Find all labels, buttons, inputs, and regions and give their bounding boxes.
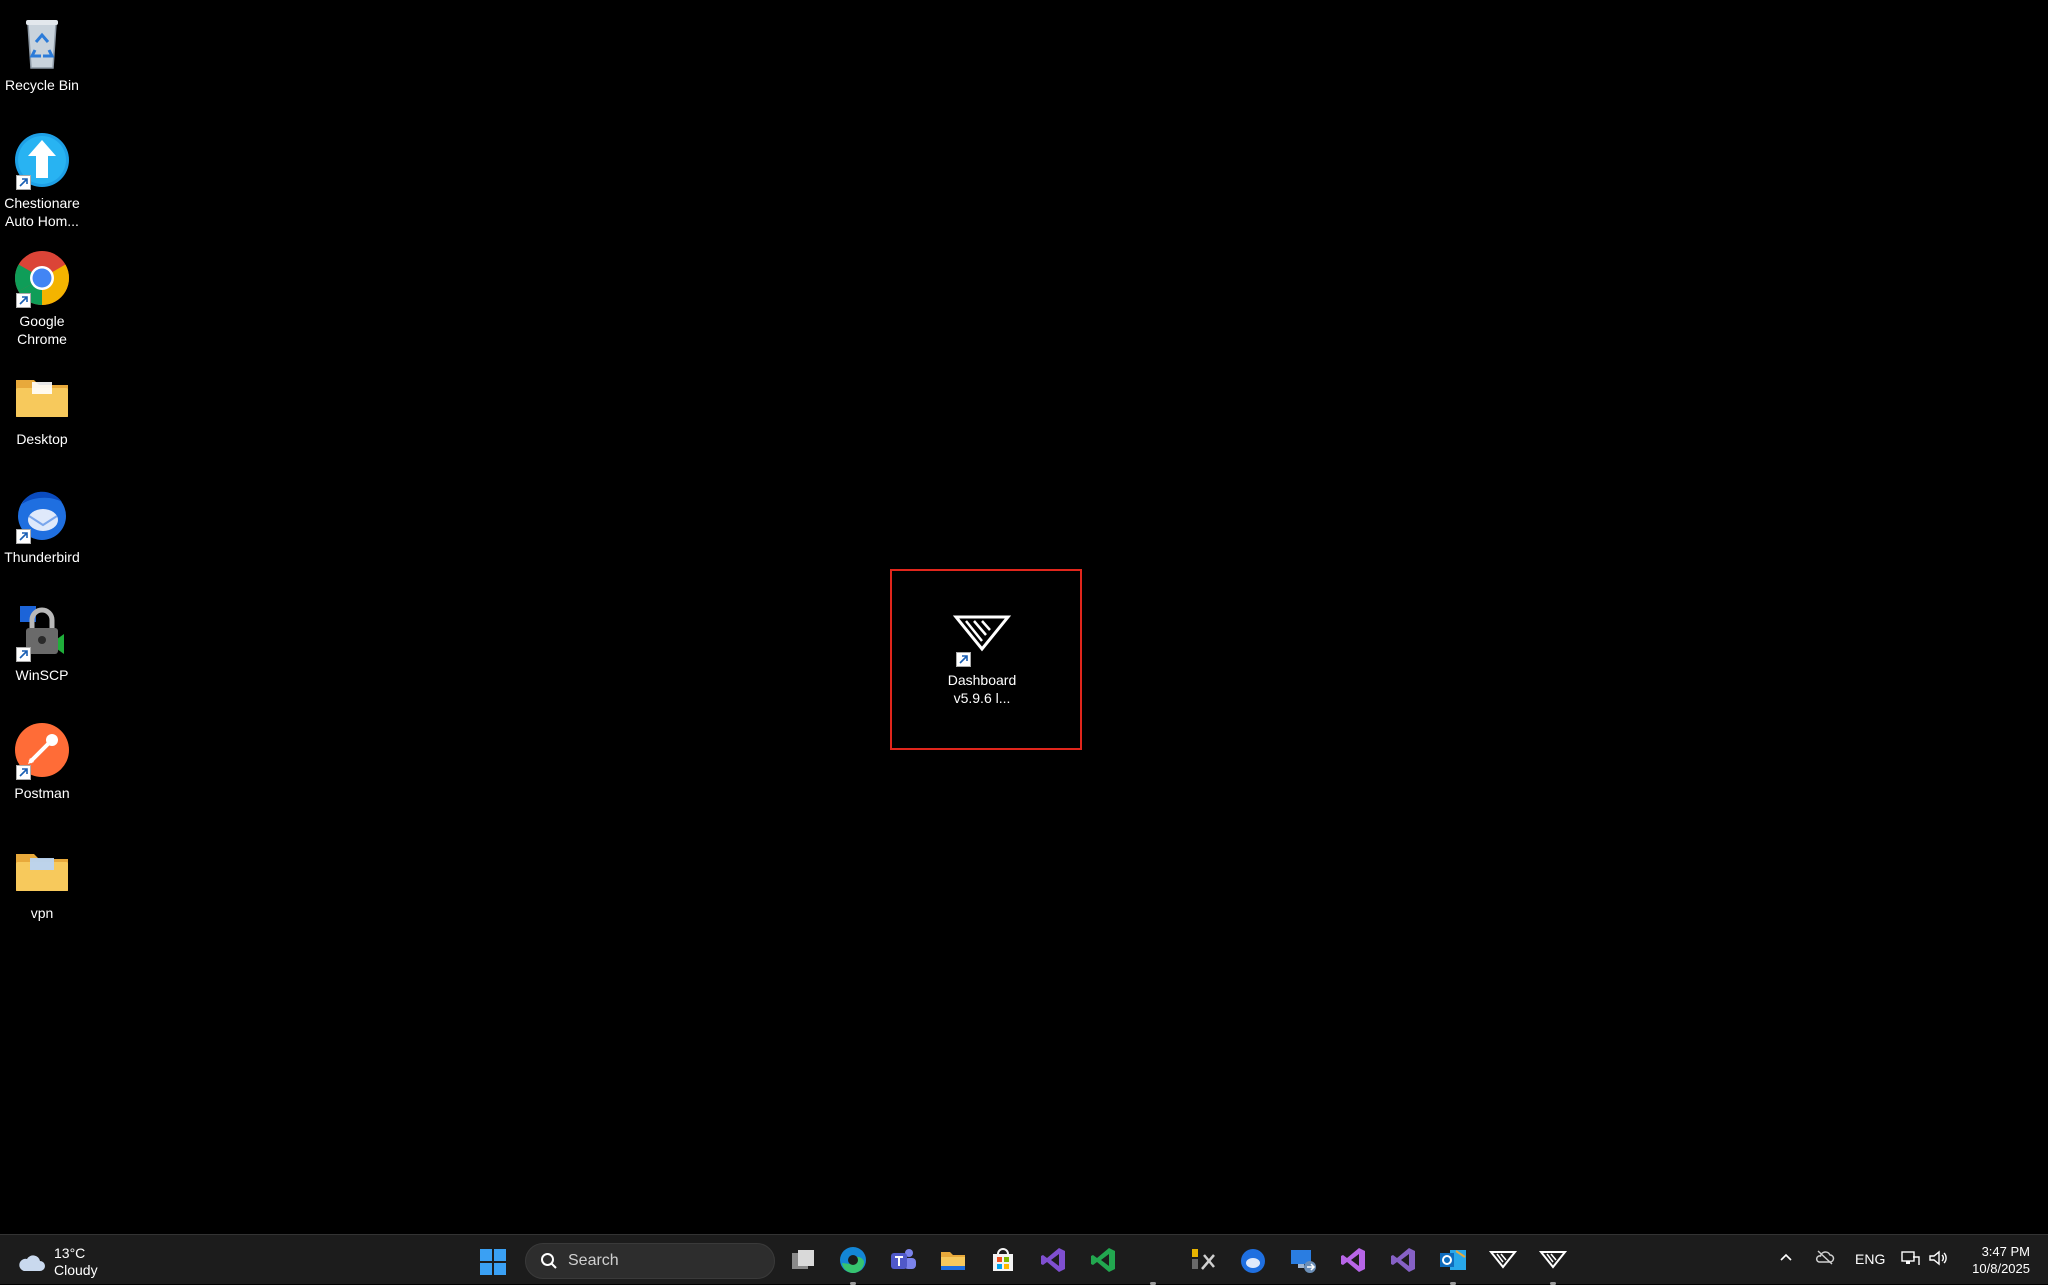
- chrome-icon: [12, 248, 72, 308]
- taskbar-visual-studio[interactable]: [1038, 1245, 1068, 1275]
- volume-tray[interactable]: [1928, 1249, 1948, 1270]
- taskbar-dashboard[interactable]: [1488, 1245, 1518, 1275]
- visual-studio-icon: [1391, 1248, 1415, 1272]
- shortcut-arrow-icon: [16, 647, 31, 662]
- cloud-icon: [19, 1255, 45, 1271]
- task-view-icon: [792, 1250, 814, 1269]
- desktop-icon-label: vpn: [30, 905, 54, 921]
- desktop-icon-label: Desktop: [16, 431, 68, 447]
- desktop-icon-label: Thunderbird: [4, 549, 80, 565]
- shortcut-arrow-icon: [956, 652, 971, 667]
- desktop-icon-recycle-bin[interactable]: Recycle Bin: [0, 12, 92, 94]
- taskbar-visual-studio-2[interactable]: [1338, 1245, 1368, 1275]
- folder-icon: [12, 366, 72, 426]
- desktop-icon-label: Dashboard v5.9.6 l...: [947, 672, 1017, 706]
- taskbar-thunderbird[interactable]: [1238, 1245, 1268, 1275]
- thunderbird-icon: [1241, 1249, 1265, 1273]
- winscp-icon: [12, 602, 72, 662]
- postman-icon: [12, 720, 72, 780]
- desktop-icon-label: Postman: [14, 785, 70, 801]
- visual-studio-code-icon: [1091, 1248, 1115, 1272]
- clock-time: 3:47 PM: [1981, 1244, 2030, 1259]
- onedrive-offline-icon: [1815, 1250, 1835, 1265]
- windows-logo-icon: [480, 1249, 506, 1275]
- speaker-icon: [1929, 1250, 1947, 1266]
- desktop-icon-vpn-folder[interactable]: vpn: [0, 840, 92, 922]
- microsoft-store-icon: [993, 1248, 1013, 1271]
- taskbar-edge[interactable]: [838, 1245, 868, 1285]
- taskbar-search[interactable]: Search: [525, 1243, 775, 1279]
- teams-icon: [891, 1249, 916, 1269]
- weather-temperature: 13°C: [54, 1245, 86, 1261]
- desktop-icon-google-chrome[interactable]: Google Chrome: [0, 248, 92, 348]
- dashboard-icon: [1488, 1251, 1518, 1269]
- desktop-icon-dashboard[interactable]: Dashboard v5.9.6 l...: [932, 607, 1032, 707]
- desktop-icon-winscp[interactable]: WinSCP: [0, 602, 92, 684]
- start-button[interactable]: [479, 1248, 507, 1276]
- folder-icon: [12, 840, 72, 900]
- taskbar-tools[interactable]: [1188, 1245, 1218, 1275]
- shortcut-arrow-icon: [16, 529, 31, 544]
- desktop-icon-postman[interactable]: Postman: [0, 720, 92, 802]
- visual-studio-icon: [1041, 1248, 1065, 1272]
- shortcut-arrow-icon: [16, 765, 31, 780]
- taskbar-microsoft-store[interactable]: [988, 1245, 1018, 1275]
- taskbar-teams[interactable]: [888, 1245, 918, 1275]
- visual-studio-icon: [1341, 1248, 1365, 1272]
- taskbar: 13°C Cloudy Search ENG 3:47 PM 10/8/2025: [0, 1234, 2048, 1285]
- remote-desktop-icon: [1291, 1250, 1316, 1273]
- dashboard-icon: [1538, 1251, 1568, 1269]
- desktop-icon-label: Google Chrome: [17, 313, 67, 347]
- chevron-up-icon: [1780, 1253, 1792, 1261]
- network-tray[interactable]: [1900, 1249, 1920, 1270]
- desktop: Recycle Bin Chestionare Auto Hom... Goog…: [0, 0, 2048, 1234]
- weather-widget[interactable]: 13°C Cloudy: [16, 1245, 98, 1279]
- recycle-bin-icon: [12, 12, 72, 72]
- desktop-icon-desktop-folder[interactable]: Desktop: [0, 366, 92, 448]
- taskbar-dashboard-2[interactable]: [1538, 1245, 1568, 1285]
- onedrive-tray[interactable]: [1815, 1249, 1835, 1268]
- taskbar-visual-studio-3[interactable]: [1388, 1245, 1418, 1275]
- taskbar-clock[interactable]: 3:47 PM 10/8/2025: [1972, 1243, 2030, 1277]
- language-indicator[interactable]: ENG: [1855, 1251, 1885, 1267]
- show-hidden-icons-button[interactable]: [1778, 1249, 1794, 1268]
- desktop-icon-label: Chestionare Auto Hom...: [4, 195, 80, 229]
- network-icon: [1901, 1251, 1920, 1265]
- taskbar-outlook[interactable]: [1438, 1245, 1468, 1285]
- tools-icon: [1192, 1249, 1215, 1270]
- search-placeholder: Search: [568, 1252, 619, 1269]
- weather-condition: Cloudy: [54, 1262, 98, 1278]
- taskbar-empty-slot[interactable]: [1138, 1245, 1168, 1285]
- taskbar-task-view[interactable]: [788, 1245, 818, 1275]
- shortcut-arrow-icon: [16, 175, 31, 190]
- desktop-icon-label: Recycle Bin: [5, 77, 79, 93]
- taskbar-vscode[interactable]: [1088, 1245, 1118, 1275]
- taskbar-file-explorer[interactable]: [938, 1245, 968, 1275]
- file-explorer-icon: [941, 1252, 965, 1270]
- outlook-icon: [1440, 1250, 1466, 1270]
- clock-date: 10/8/2025: [1972, 1261, 2030, 1276]
- taskbar-remote-desktop[interactable]: [1288, 1245, 1318, 1275]
- desktop-icon-chestionare-auto[interactable]: Chestionare Auto Hom...: [0, 130, 92, 230]
- desktop-icon-label: WinSCP: [15, 667, 69, 683]
- edge-icon: [840, 1247, 866, 1274]
- search-icon: [541, 1253, 557, 1269]
- thunderbird-icon: [12, 484, 72, 544]
- desktop-icon-thunderbird[interactable]: Thunderbird: [0, 484, 92, 566]
- shortcut-arrow-icon: [16, 293, 31, 308]
- chestionare-auto-icon: [12, 130, 72, 190]
- dashboard-icon: [952, 607, 1012, 667]
